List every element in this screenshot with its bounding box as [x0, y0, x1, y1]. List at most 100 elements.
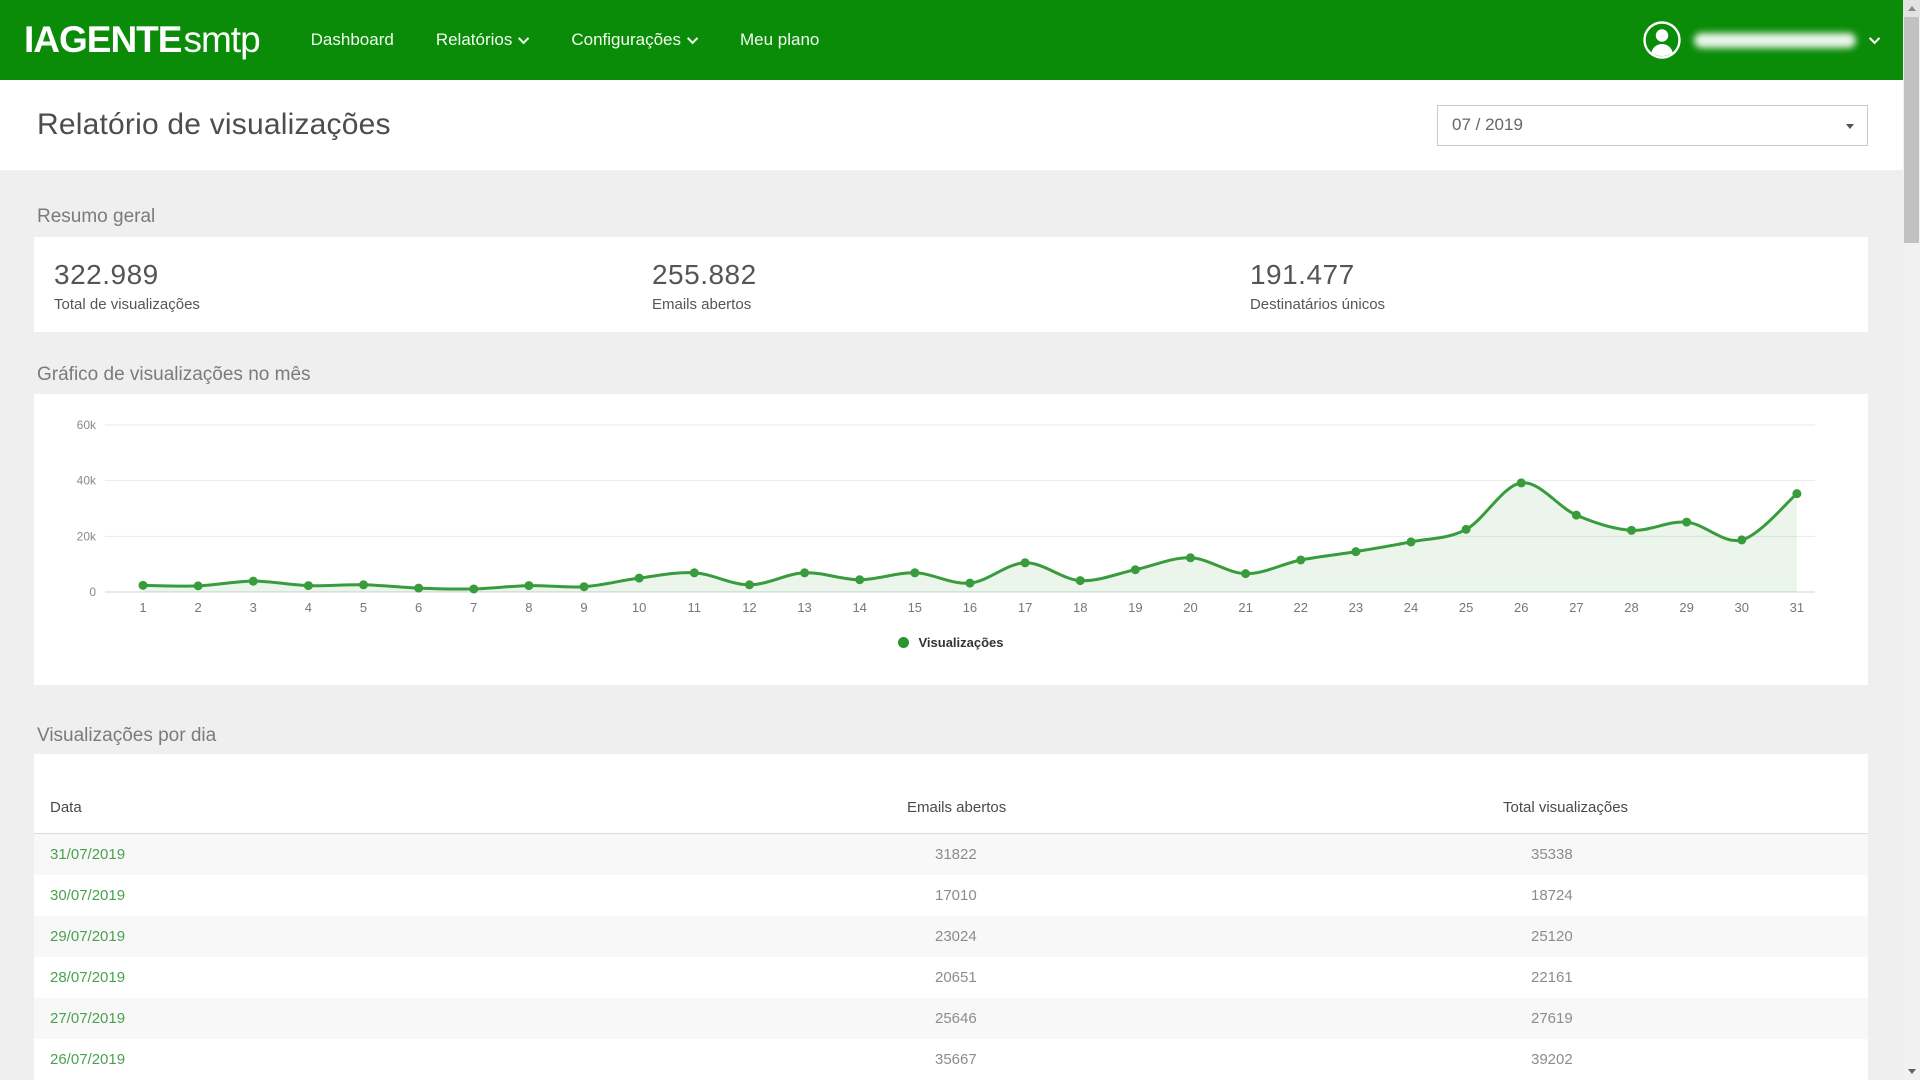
- chevron-down-icon: [1869, 33, 1880, 44]
- views-table-card: Data Emails abertos Total visualizações …: [34, 754, 1868, 1080]
- data-point[interactable]: [800, 568, 809, 577]
- x-tick-label: 28: [1624, 600, 1638, 615]
- data-point[interactable]: [690, 568, 699, 577]
- page-header: Relatório de visualizações 07 / 2019: [0, 80, 1920, 170]
- data-point[interactable]: [469, 584, 478, 593]
- stat-value: 255.882: [652, 259, 1250, 291]
- data-point[interactable]: [359, 580, 368, 589]
- vertical-scrollbar[interactable]: [1903, 0, 1920, 1080]
- user-menu[interactable]: [1642, 20, 1880, 60]
- top-navbar: IAGENTEsmtp Dashboard Relatórios Configura…: [0, 0, 1920, 80]
- data-point[interactable]: [304, 581, 313, 590]
- views-area-chart: 020k40k60k123456789101112131415161718192…: [34, 394, 1868, 626]
- emails-abertos-value: 25646: [907, 998, 1503, 1039]
- data-point[interactable]: [1737, 535, 1746, 544]
- emails-abertos-value: 17010: [907, 875, 1503, 916]
- data-point[interactable]: [1351, 547, 1360, 556]
- user-icon: [1642, 20, 1682, 60]
- data-point[interactable]: [580, 582, 589, 591]
- month-select[interactable]: 07 / 2019: [1437, 105, 1868, 146]
- data-point[interactable]: [194, 581, 203, 590]
- brand-logo[interactable]: IAGENTEsmtp: [24, 19, 260, 61]
- y-tick-label: 40k: [77, 474, 97, 488]
- date-link[interactable]: 26/07/2019: [50, 1051, 125, 1068]
- stat-block: 191.477Destinatários únicos: [1250, 259, 1848, 310]
- data-point[interactable]: [1462, 525, 1471, 534]
- date-link[interactable]: 29/07/2019: [50, 928, 125, 945]
- x-tick-label: 2: [195, 600, 202, 615]
- data-point[interactable]: [1792, 489, 1801, 498]
- data-point[interactable]: [1627, 526, 1636, 535]
- col-header-data: Data: [34, 754, 907, 834]
- main-nav: Dashboard Relatórios Configurações Meu plan…: [290, 0, 841, 80]
- chevron-down-icon: [518, 33, 529, 44]
- x-tick-label: 6: [415, 600, 422, 615]
- scroll-down-button[interactable]: [1903, 1063, 1920, 1080]
- emails-abertos-value: 20651: [907, 957, 1503, 998]
- data-point[interactable]: [1076, 576, 1085, 585]
- col-header-total-visualizacoes: Total visualizações: [1503, 754, 1868, 834]
- data-point[interactable]: [635, 574, 644, 583]
- x-tick-label: 22: [1293, 600, 1307, 615]
- data-point[interactable]: [1682, 518, 1691, 527]
- x-tick-label: 20: [1183, 600, 1197, 615]
- data-point[interactable]: [1021, 558, 1030, 567]
- data-point[interactable]: [910, 568, 919, 577]
- page-content: Resumo geral 322.989Total de visualizaçõ…: [0, 206, 1920, 1080]
- data-point[interactable]: [745, 580, 754, 589]
- data-point[interactable]: [249, 577, 258, 586]
- x-tick-label: 24: [1404, 600, 1418, 615]
- nav-item-relatórios[interactable]: Relatórios: [415, 0, 551, 80]
- nav-item-dashboard[interactable]: Dashboard: [290, 0, 415, 80]
- nav-item-label: Relatórios: [436, 30, 513, 50]
- y-tick-label: 0: [89, 585, 96, 599]
- table-row: 26/07/20193566739202: [34, 1039, 1868, 1080]
- data-point[interactable]: [1517, 478, 1526, 487]
- data-point[interactable]: [414, 584, 423, 593]
- brand-logo-bold: IAGENTE: [24, 19, 181, 60]
- data-point[interactable]: [1406, 537, 1415, 546]
- data-point[interactable]: [855, 575, 864, 584]
- date-link[interactable]: 31/07/2019: [50, 846, 125, 863]
- nav-item-label: Dashboard: [311, 30, 394, 50]
- nav-item-label: Configurações: [571, 30, 681, 50]
- chevron-down-icon: [687, 33, 698, 44]
- x-tick-label: 26: [1514, 600, 1528, 615]
- page-title: Relatório de visualizações: [37, 108, 391, 142]
- emails-abertos-value: 31822: [907, 834, 1503, 875]
- legend-label: Visualizações: [918, 635, 1003, 650]
- data-point[interactable]: [1241, 569, 1250, 578]
- x-tick-label: 4: [305, 600, 312, 615]
- data-point[interactable]: [524, 581, 533, 590]
- arrow-down-icon: [1908, 1069, 1916, 1074]
- total-visualizacoes-value: 18724: [1503, 875, 1868, 916]
- table-row: 28/07/20192065122161: [34, 957, 1868, 998]
- x-tick-label: 23: [1349, 600, 1363, 615]
- x-tick-label: 3: [250, 600, 257, 615]
- table-row: 30/07/2019 1701018724: [34, 875, 1868, 916]
- data-point[interactable]: [1186, 553, 1195, 562]
- y-tick-label: 60k: [77, 418, 97, 432]
- total-visualizacoes-value: 25120: [1503, 916, 1868, 957]
- data-point[interactable]: [1296, 555, 1305, 564]
- data-point[interactable]: [139, 581, 148, 590]
- data-point[interactable]: [1572, 511, 1581, 520]
- x-tick-label: 25: [1459, 600, 1473, 615]
- x-tick-label: 31: [1790, 600, 1804, 615]
- views-by-day-table: Data Emails abertos Total visualizações …: [34, 754, 1868, 1080]
- user-name-redacted: [1694, 33, 1856, 48]
- data-point[interactable]: [965, 579, 974, 588]
- date-link[interactable]: 27/07/2019: [50, 1010, 125, 1027]
- date-link[interactable]: 28/07/2019: [50, 969, 125, 986]
- x-tick-label: 16: [963, 600, 977, 615]
- area-fill: [143, 483, 1797, 592]
- scrollbar-thumb[interactable]: [1904, 17, 1919, 243]
- x-tick-label: 7: [470, 600, 477, 615]
- scroll-up-button[interactable]: [1903, 0, 1920, 17]
- nav-item-meu-plano[interactable]: Meu plano: [719, 0, 840, 80]
- x-tick-label: 13: [797, 600, 811, 615]
- data-point[interactable]: [1131, 565, 1140, 574]
- total-visualizacoes-value: 35338: [1503, 834, 1868, 875]
- nav-item-configurações[interactable]: Configurações: [550, 0, 719, 80]
- date-link[interactable]: 30/07/2019: [50, 887, 125, 904]
